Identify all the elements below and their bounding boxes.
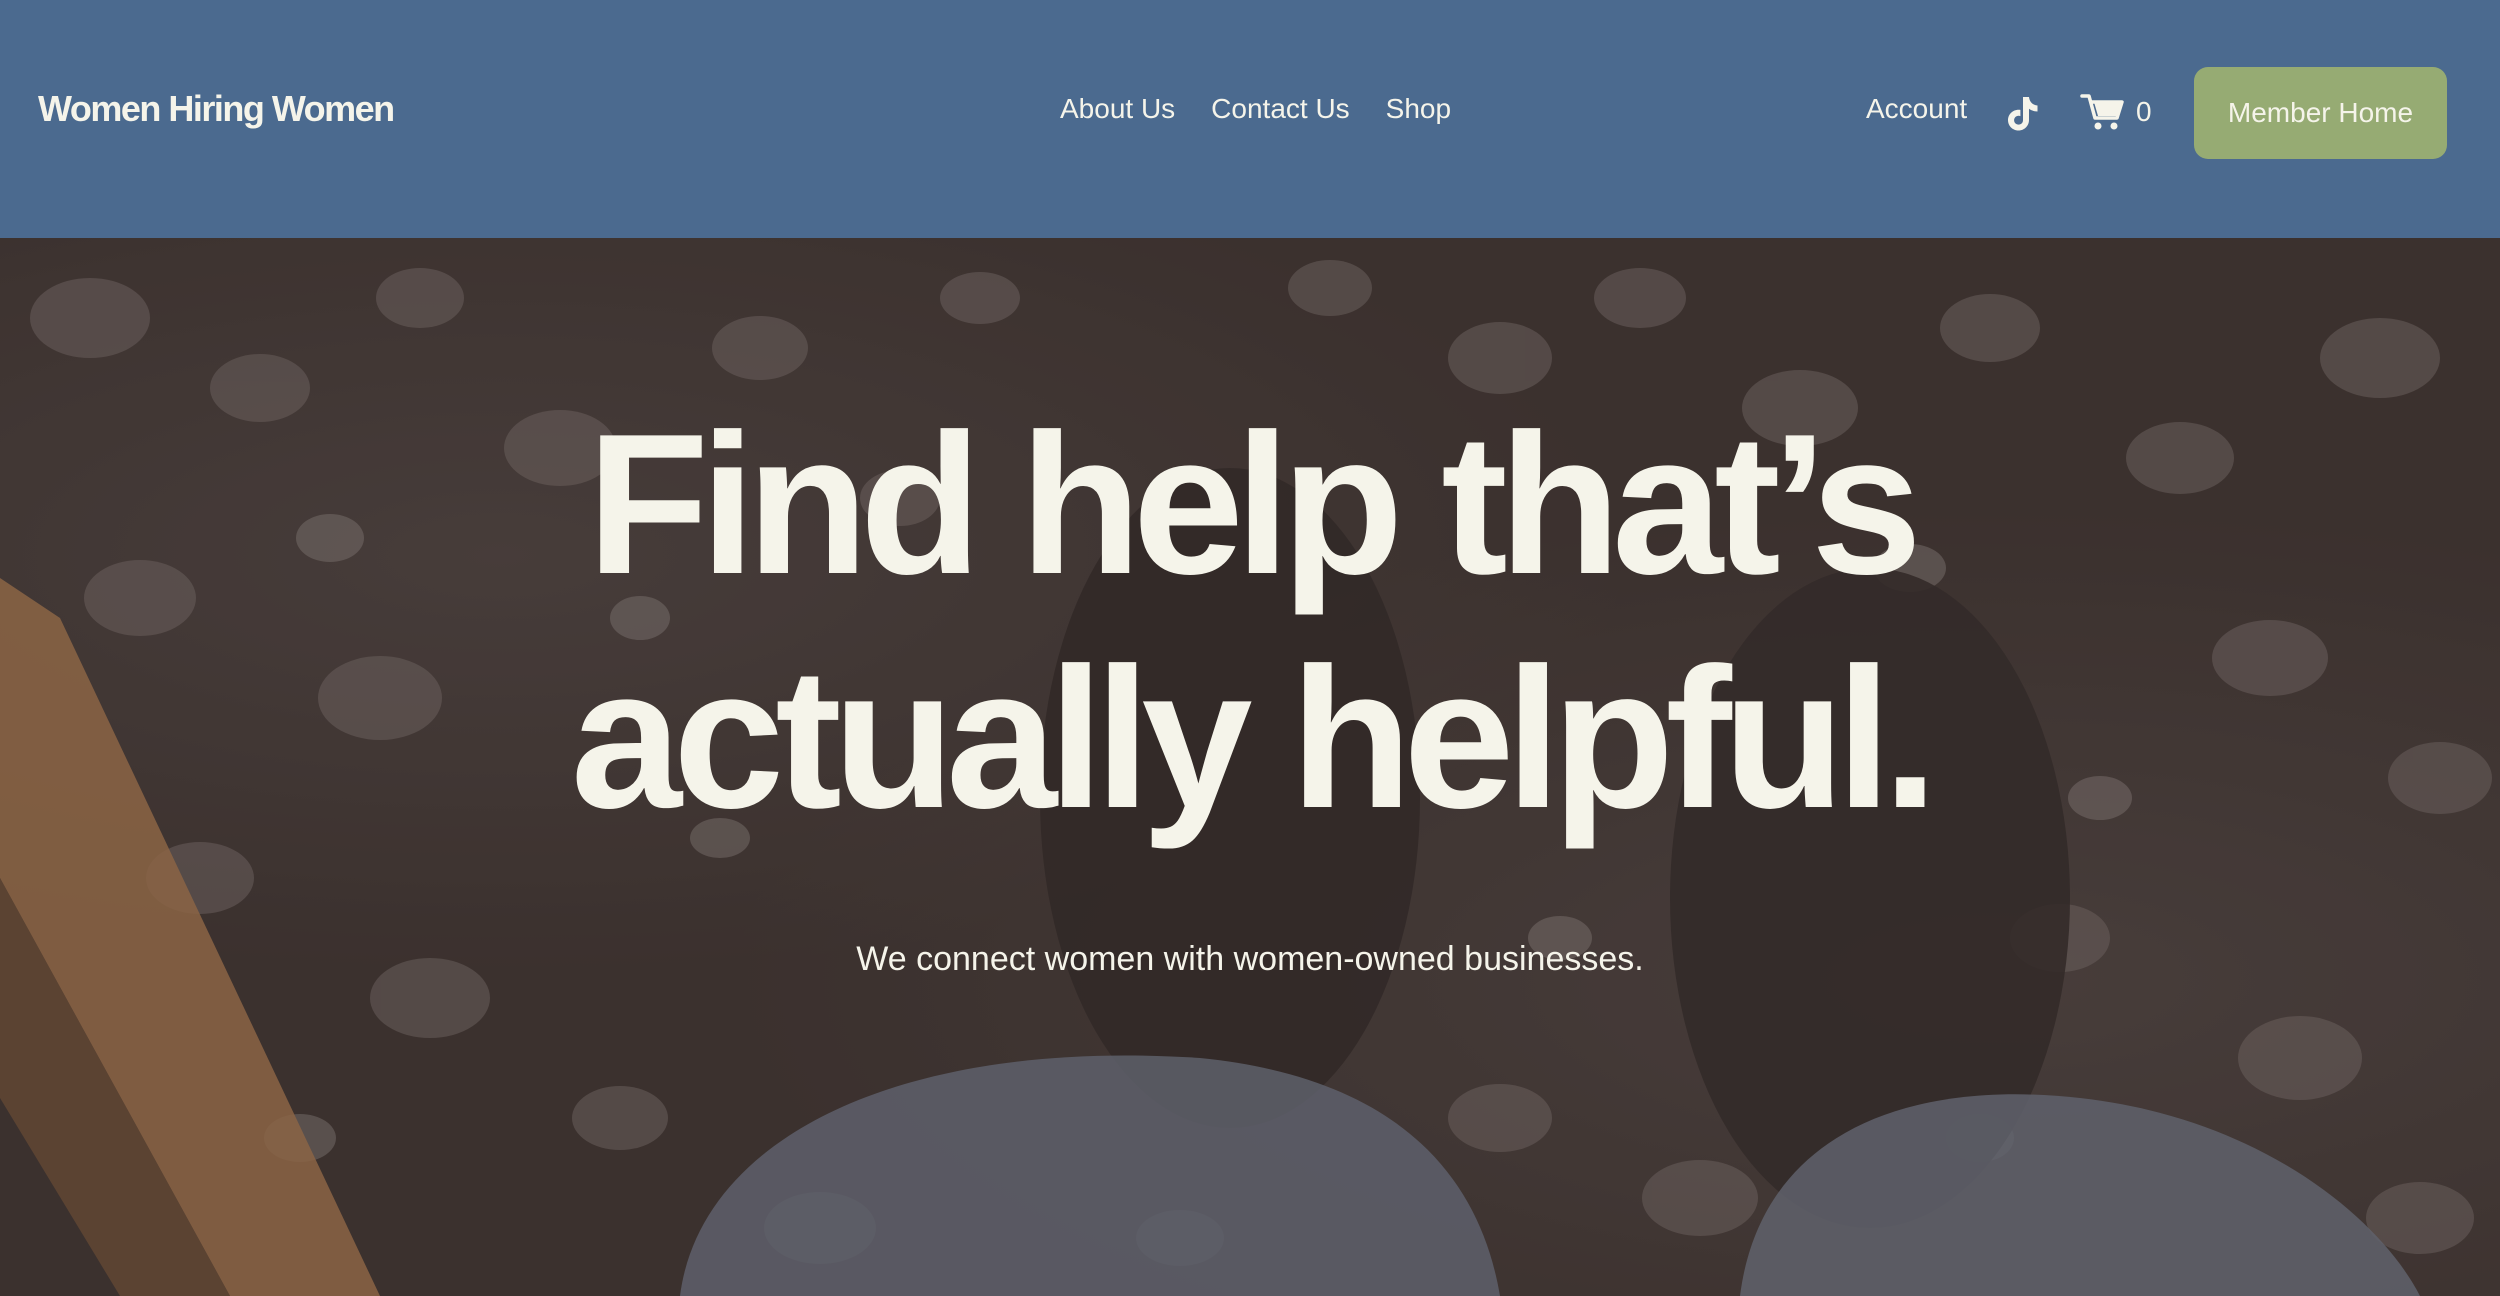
nav-shop[interactable]: Shop — [1386, 93, 1451, 125]
hero-section: Find help that’s actually helpful. We co… — [0, 238, 2500, 1296]
account-link[interactable]: Account — [1866, 93, 1967, 125]
cart-count: 0 — [2136, 96, 2152, 127]
cart-button[interactable]: 0 — [2080, 92, 2152, 132]
nav-contact-us[interactable]: Contact Us — [1211, 93, 1350, 125]
hero-headline-line-2: actually helpful. — [570, 627, 1938, 850]
hero-headline: Find help that’s actually helpful. — [0, 388, 2500, 856]
page: Women Hiring Women About Us Contact Us S… — [0, 0, 2500, 1296]
site-header: Women Hiring Women About Us Contact Us S… — [0, 0, 2500, 238]
cart-icon — [2080, 92, 2126, 132]
hero-subheadline: We connect women with women-owned busine… — [856, 940, 1644, 978]
hero-headline-line-1: Find help that’s — [586, 393, 1922, 616]
nav-about-us[interactable]: About Us — [1060, 93, 1175, 125]
main-nav: About Us Contact Us Shop — [1060, 93, 1451, 125]
tiktok-icon[interactable] — [2004, 94, 2040, 132]
site-logo[interactable]: Women Hiring Women — [38, 88, 395, 130]
member-home-button[interactable]: Member Home — [2194, 67, 2447, 159]
